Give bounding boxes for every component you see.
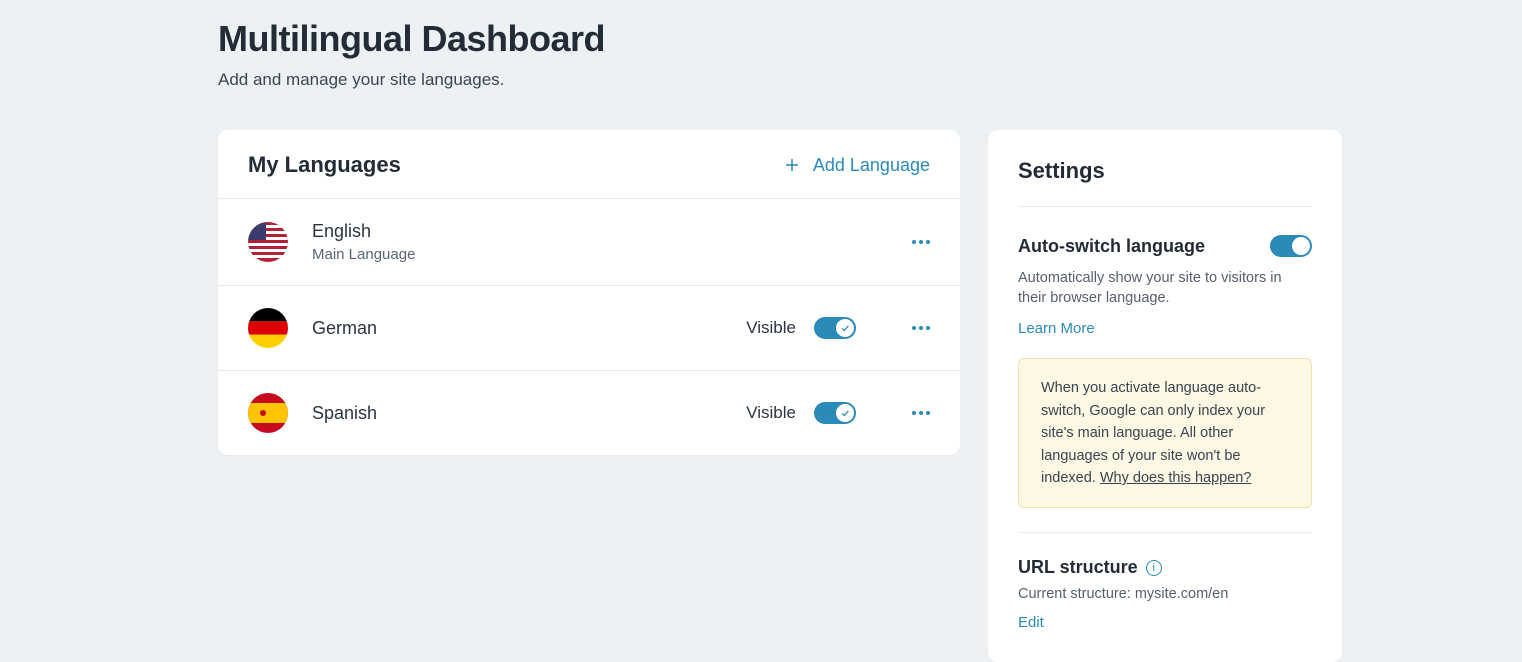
my-languages-card: My Languages Add Language	[218, 130, 960, 455]
language-row-spanish: Spanish Visible	[218, 370, 960, 455]
flag-us-icon	[248, 222, 288, 262]
auto-switch-title: Auto-switch language	[1018, 236, 1205, 257]
flag-de-icon	[248, 308, 288, 348]
more-actions-button[interactable]	[912, 326, 930, 330]
page-subtitle: Add and manage your site languages.	[218, 70, 1522, 90]
visible-label: Visible	[746, 403, 796, 423]
auto-switch-toggle[interactable]	[1270, 235, 1312, 257]
language-row-german: German Visible	[218, 285, 960, 370]
language-name: English	[312, 221, 856, 242]
visible-toggle[interactable]	[814, 402, 856, 424]
plus-icon	[783, 156, 801, 174]
visible-toggle[interactable]	[814, 317, 856, 339]
my-languages-title: My Languages	[248, 152, 401, 178]
language-row-english: English Main Language	[218, 198, 960, 285]
url-current-structure: Current structure: mysite.com/en	[1018, 586, 1312, 602]
add-language-label: Add Language	[813, 155, 930, 176]
visible-label: Visible	[746, 318, 796, 338]
learn-more-link[interactable]: Learn More	[1018, 320, 1095, 337]
settings-card: Settings Auto-switch language Automatica…	[988, 130, 1342, 662]
info-icon[interactable]: i	[1146, 560, 1162, 576]
language-name: Spanish	[312, 403, 746, 424]
seo-warning-notice: When you activate language auto-switch, …	[1018, 358, 1312, 508]
edit-url-structure-link[interactable]: Edit	[1018, 614, 1044, 631]
add-language-button[interactable]: Add Language	[783, 155, 930, 176]
language-name: German	[312, 318, 746, 339]
more-actions-button[interactable]	[912, 411, 930, 415]
why-does-this-happen-link[interactable]: Why does this happen?	[1100, 470, 1252, 486]
url-structure-title: URL structure	[1018, 557, 1138, 578]
more-actions-button[interactable]	[912, 240, 930, 244]
settings-title: Settings	[1018, 158, 1312, 207]
language-sublabel: Main Language	[312, 246, 856, 263]
flag-es-icon	[248, 393, 288, 433]
auto-switch-description: Automatically show your site to visitors…	[1018, 269, 1312, 308]
page-title: Multilingual Dashboard	[218, 18, 1522, 60]
